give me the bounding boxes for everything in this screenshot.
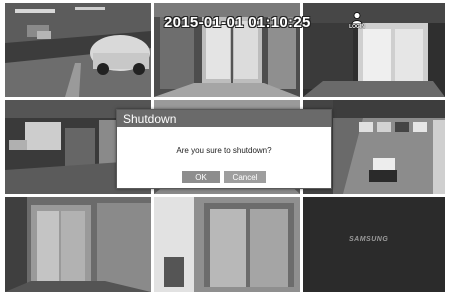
dvr-live-screen: 2015-01-01 01:10:25 LOGIN SAMSUNG Shutdo… [0, 0, 449, 295]
camera-1-feed [5, 3, 151, 97]
camera-7-feed [5, 197, 151, 292]
dialog-title: Shutdown [123, 111, 177, 126]
camera-tile-7[interactable] [5, 197, 151, 292]
brand-logo: SAMSUNG [349, 236, 389, 243]
camera-tile-8[interactable] [154, 197, 300, 292]
camera-tile-9[interactable] [303, 197, 445, 292]
shutdown-dialog: Shutdown Are you sure to shutdown? OK Ca… [116, 109, 332, 189]
login-button[interactable]: LOGIN [346, 12, 368, 36]
camera-8-feed [154, 197, 300, 292]
camera-tile-1[interactable] [5, 3, 151, 97]
camera-3-feed [303, 3, 445, 97]
cancel-button[interactable]: Cancel [224, 171, 266, 183]
user-icon [351, 12, 363, 24]
dialog-titlebar: Shutdown [117, 110, 331, 127]
camera-tile-3[interactable] [303, 3, 445, 97]
dialog-message: Are you sure to shutdown? [176, 146, 272, 155]
ok-button[interactable]: OK [182, 171, 220, 183]
date-time-overlay: 2015-01-01 01:10:25 [164, 14, 311, 31]
login-label: LOGIN [349, 24, 365, 30]
dialog-buttons: OK Cancel [117, 171, 331, 183]
